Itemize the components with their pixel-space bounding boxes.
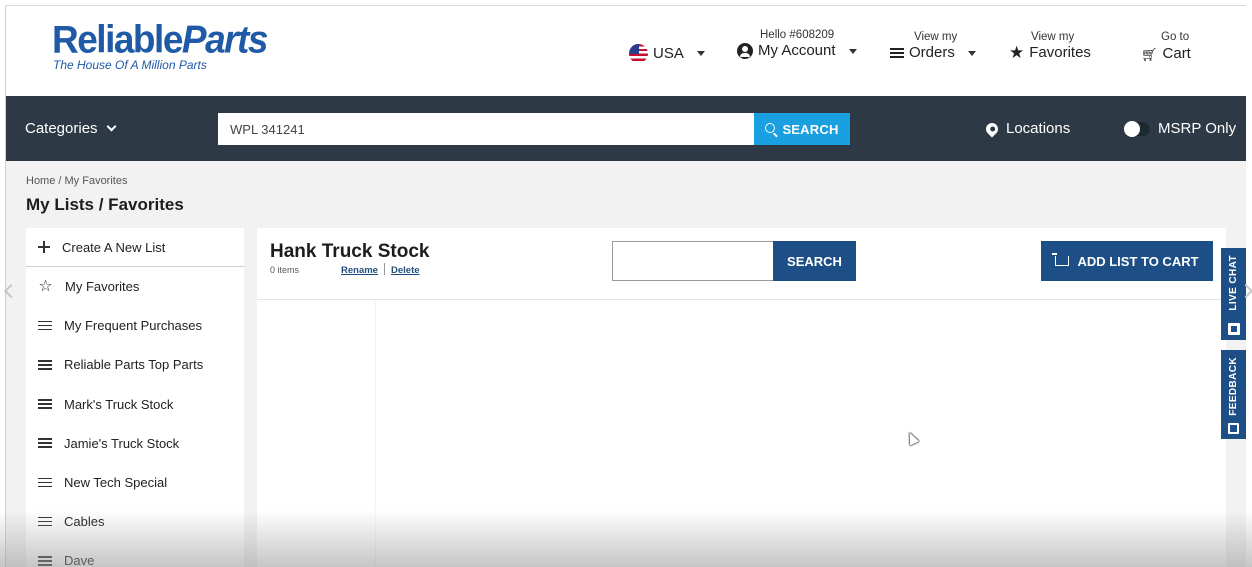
sidebar-list-item[interactable]: Dave [26,541,244,567]
msrp-label: MSRP Only [1158,120,1237,137]
main-navbar: Categories SEARCH Locations MSRP Only [6,96,1246,161]
list-icon [38,555,52,566]
list-icon [38,320,52,331]
create-list-button[interactable]: Create A New List [26,228,244,267]
sidebar-item-label: Jamie's Truck Stock [64,435,180,451]
sidebar-item-my-favorites[interactable]: ☆ My Favorites [26,267,244,306]
sidebar-list-item[interactable]: Cables [26,502,244,541]
cart-link[interactable]: Go to 🛒︎ Cart [1141,31,1191,64]
site-search-input[interactable] [218,113,754,145]
cart-icon [1052,253,1070,266]
sidebar-item-label: Dave [64,553,95,567]
locations-link[interactable]: Locations [983,120,1071,137]
page-title: My Lists / Favorites [26,195,184,214]
list-icon [38,516,52,527]
favorites-label: Favorites [1029,44,1091,61]
star-icon: ★ [1009,43,1025,62]
map-pin-icon [983,120,1001,137]
site-header: ReliableParts The House Of A Million Par… [6,6,1246,96]
sidebar-list-item[interactable]: Jamie's Truck Stock [26,424,244,463]
feedback-tab[interactable]: FEEDBACK [1221,350,1246,439]
sidebar-item-label: My Frequent Purchases [64,318,203,334]
cart-icon: 🛒︎ [1141,47,1158,62]
account-greeting: Hello #608209 [760,29,835,41]
page-content: Home / My Favorites My Lists / Favorites… [6,161,1246,567]
plus-icon [38,241,50,253]
list-search-input[interactable] [612,241,774,281]
logo-wordmark: ReliableParts [52,17,269,61]
feedback-label: FEEDBACK [1228,357,1239,416]
categories-label: Categories [25,120,98,137]
orders-label: Orders [909,44,955,61]
list-icon [38,359,52,370]
list-icon [890,48,904,58]
caret-down-icon [848,48,857,54]
column-divider [375,300,376,567]
sidebar-item-label: New Tech Special [64,475,168,491]
sidebar-list-item[interactable]: Reliable Parts Top Parts [26,345,244,384]
msrp-only-toggle[interactable]: MSRP Only [1124,120,1236,137]
site-logo[interactable]: ReliableParts The House Of A Million Par… [52,17,269,72]
delete-list-link[interactable]: Delete [391,265,420,276]
locations-label: Locations [1006,120,1071,137]
list-title: Hank Truck Stock [270,241,430,262]
caret-down-icon [967,50,976,56]
site-search-button[interactable]: SEARCH [754,113,850,145]
link-divider [384,263,385,275]
toggle-switch[interactable] [1124,120,1150,137]
live-chat-label: LIVE CHAT [1228,255,1239,311]
list-icon [38,477,52,488]
list-item-count: 0 items [270,265,300,275]
add-list-to-cart-button[interactable]: ADD LIST TO CART [1041,241,1213,281]
list-search-button[interactable]: SEARCH [773,241,856,281]
sidebar-list-item[interactable]: Mark's Truck Stock [26,385,244,424]
account-label: My Account [758,42,836,59]
breadcrumb[interactable]: Home / My Favorites [26,175,127,187]
sidebar-list-item[interactable]: My Frequent Purchases [26,306,244,345]
sidebar-item-label: My Favorites [65,279,140,295]
sidebar-item-label: Reliable Parts Top Parts [64,357,204,373]
cart-small-label: Go to [1161,31,1190,43]
search-button-label: SEARCH [782,121,839,137]
caret-down-icon [696,51,705,56]
sidebar-item-label: Mark's Truck Stock [64,396,174,412]
orders-small-label: View my [914,31,958,43]
panel-divider [257,299,1226,300]
sidebar-item-label: Cables [64,514,105,530]
categories-menu-button[interactable]: Categories [25,120,116,137]
list-icon [38,399,52,409]
favorites-link[interactable]: View my ★ Favorites [1009,31,1091,62]
us-flag-icon [629,44,648,63]
user-circle-icon [737,43,753,59]
sidebar-list-item[interactable]: New Tech Special [26,463,244,502]
create-list-label: Create A New List [62,239,166,255]
favorites-small-label: View my [1031,31,1075,43]
add-list-to-cart-label: ADD LIST TO CART [1077,253,1199,269]
logo-name-b: Parts [181,17,269,61]
country-label: USA [653,44,684,62]
account-menu[interactable]: Hello #608209 My Account [737,29,857,60]
list-icon [38,438,52,448]
feedback-icon [1228,423,1239,434]
cart-label: Cart [1162,45,1191,62]
orders-link[interactable]: View my Orders [890,31,976,62]
rename-list-link[interactable]: Rename [341,265,378,276]
search-icon [765,123,776,133]
lists-sidebar: Create A New List ☆ My Favorites My Freq… [26,228,244,567]
star-outline-icon: ☆ [38,277,53,295]
country-selector[interactable]: USA [629,44,705,63]
list-detail-panel: Hank Truck Stock 0 items Rename Delete S… [257,228,1226,567]
logo-name-a: Reliable [52,17,183,61]
chat-icon [1227,323,1240,335]
chevron-down-icon [106,121,116,132]
